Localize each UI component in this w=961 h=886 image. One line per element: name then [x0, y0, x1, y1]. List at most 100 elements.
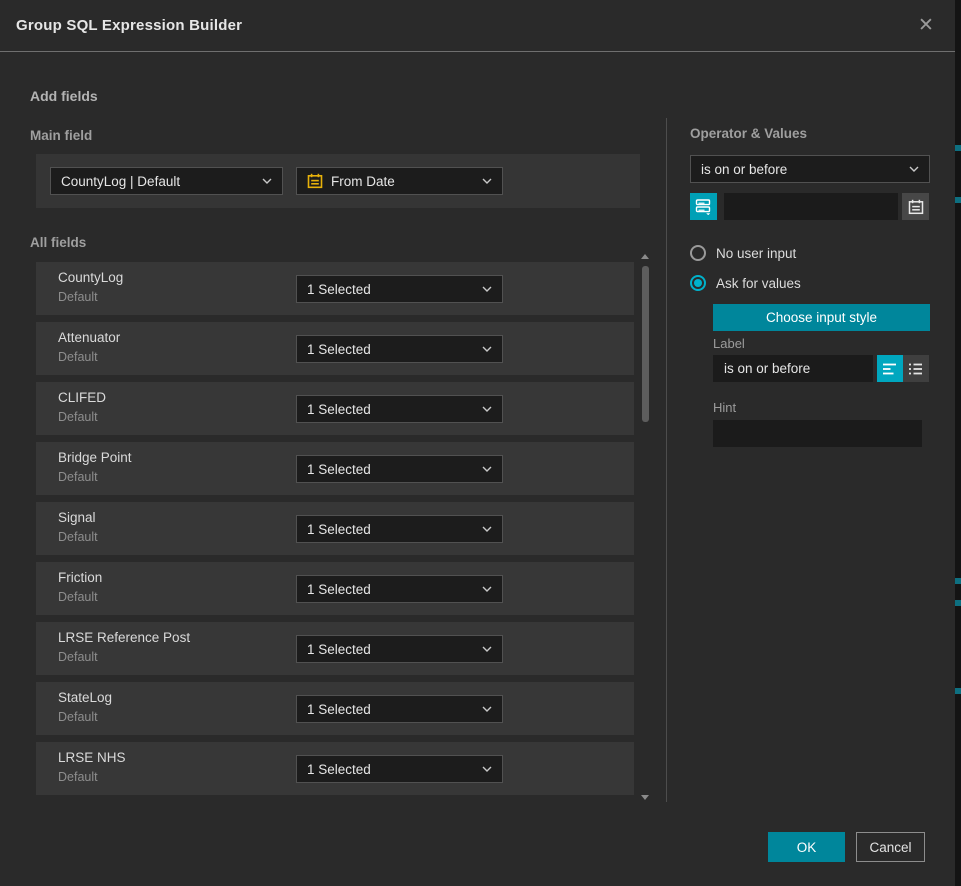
chevron-down-icon — [482, 766, 492, 772]
field-values-select-value: 1 Selected — [307, 402, 474, 417]
layer-select[interactable]: CountyLog | Default — [50, 167, 283, 195]
chevron-down-icon — [482, 466, 492, 472]
field-subtitle: Default — [58, 470, 98, 484]
chevron-down-icon — [909, 166, 919, 172]
radio-ask-for-values-label: Ask for values — [716, 276, 801, 291]
field-values-select[interactable]: 1 Selected — [296, 635, 503, 663]
field-row: LRSE Reference PostDefault1 Selected — [36, 622, 634, 675]
label-heading: Label — [713, 336, 745, 351]
operator-select[interactable]: is on or before — [690, 155, 930, 183]
calendar-icon — [908, 199, 924, 215]
label-style-segmented-control — [877, 355, 929, 382]
scrollbar-thumb[interactable] — [642, 266, 649, 422]
list-style-button[interactable] — [903, 355, 929, 382]
field-values-select[interactable]: 1 Selected — [296, 275, 503, 303]
background-app-sliver — [955, 0, 961, 886]
operator-values-heading: Operator & Values — [690, 126, 807, 141]
add-fields-heading: Add fields — [30, 88, 98, 104]
field-values-select-value: 1 Selected — [307, 702, 474, 717]
field-values-select[interactable]: 1 Selected — [296, 455, 503, 483]
chevron-down-icon — [482, 586, 492, 592]
field-row: CountyLog Default 1 Selected — [36, 262, 634, 315]
scrollbar-up-arrow-icon[interactable] — [641, 254, 649, 259]
operator-select-value: is on or before — [701, 162, 901, 177]
background-accent-mark — [955, 600, 961, 606]
chevron-down-icon — [482, 646, 492, 652]
field-name: LRSE NHS — [58, 750, 126, 765]
background-accent-mark — [955, 145, 961, 151]
unique-values-button[interactable] — [690, 193, 717, 220]
radio-selected-icon — [690, 275, 706, 291]
field-subtitle: Default — [58, 650, 98, 664]
field-subtitle: Default — [58, 590, 98, 604]
dialog-header: Group SQL Expression Builder ✕ — [0, 0, 955, 52]
hint-heading: Hint — [713, 400, 736, 415]
field-row: StateLogDefault1 Selected — [36, 682, 634, 735]
date-value-input[interactable] — [724, 193, 898, 220]
hint-input[interactable] — [713, 420, 922, 447]
layer-select-value: CountyLog | Default — [61, 174, 254, 189]
field-values-select-value: 1 Selected — [307, 762, 474, 777]
ok-button[interactable]: OK — [768, 832, 845, 862]
field-subtitle: Default — [58, 410, 98, 424]
chevron-down-icon — [482, 406, 492, 412]
calendar-date-icon — [307, 173, 323, 189]
main-field-heading: Main field — [30, 128, 92, 143]
dialog-title: Group SQL Expression Builder — [16, 17, 913, 34]
background-accent-mark — [955, 578, 961, 584]
field-name: Signal — [58, 510, 96, 525]
scrollbar-down-arrow-icon[interactable] — [641, 795, 649, 800]
cancel-button[interactable]: Cancel — [856, 832, 925, 862]
field-row: Bridge Point Default 1 Selected — [36, 442, 634, 495]
single-line-style-button[interactable] — [877, 355, 903, 382]
align-left-icon — [882, 362, 898, 376]
chevron-down-icon — [262, 178, 272, 184]
radio-circle-icon — [690, 245, 706, 261]
main-field-select-value: From Date — [331, 174, 474, 189]
radio-ask-for-values[interactable]: Ask for values — [690, 275, 801, 291]
field-subtitle: Default — [58, 290, 98, 304]
field-name: StateLog — [58, 690, 112, 705]
field-values-select-value: 1 Selected — [307, 522, 474, 537]
radio-no-user-input-label: No user input — [716, 246, 796, 261]
field-subtitle: Default — [58, 530, 98, 544]
field-values-select[interactable]: 1 Selected — [296, 695, 503, 723]
field-values-select[interactable]: 1 Selected — [296, 395, 503, 423]
field-subtitle: Default — [58, 350, 98, 364]
label-input[interactable] — [713, 355, 873, 382]
field-name: Friction — [58, 570, 102, 585]
background-accent-mark — [955, 688, 961, 694]
field-values-select[interactable]: 1 Selected — [296, 335, 503, 363]
background-accent-mark — [955, 197, 961, 203]
chevron-down-icon — [482, 286, 492, 292]
group-sql-expression-builder-dialog: Group SQL Expression Builder ✕ Add field… — [0, 0, 955, 886]
field-values-select[interactable]: 1 Selected — [296, 575, 503, 603]
chevron-down-icon — [482, 178, 492, 184]
main-field-select[interactable]: From Date — [296, 167, 503, 195]
field-row: LRSE NHS Default 1 Selected — [36, 742, 634, 795]
date-picker-button[interactable] — [902, 193, 929, 220]
field-name: CountyLog — [58, 270, 123, 285]
field-row: Friction Default 1 Selected — [36, 562, 634, 615]
unique-values-icon — [695, 198, 712, 215]
all-fields-heading: All fields — [30, 235, 86, 250]
chevron-down-icon — [482, 346, 492, 352]
field-name: Attenuator — [58, 330, 120, 345]
main-field-panel: CountyLog | Default From Date — [36, 154, 640, 208]
chevron-down-icon — [482, 706, 492, 712]
field-values-select[interactable]: 1 Selected — [296, 755, 503, 783]
radio-no-user-input[interactable]: No user input — [690, 245, 796, 261]
field-values-select-value: 1 Selected — [307, 462, 474, 477]
field-values-select[interactable]: 1 Selected — [296, 515, 503, 543]
chevron-down-icon — [482, 526, 492, 532]
scrollbar[interactable] — [641, 254, 650, 800]
field-values-select-value: 1 Selected — [307, 342, 474, 357]
field-name: Bridge Point — [58, 450, 132, 465]
field-row: Signal Default 1 Selected — [36, 502, 634, 555]
choose-input-style-button[interactable]: Choose input style — [713, 304, 930, 331]
field-subtitle: Default — [58, 770, 98, 784]
column-divider — [666, 118, 667, 802]
field-values-select-value: 1 Selected — [307, 582, 474, 597]
close-icon[interactable]: ✕ — [913, 13, 939, 39]
field-values-select-value: 1 Selected — [307, 282, 474, 297]
